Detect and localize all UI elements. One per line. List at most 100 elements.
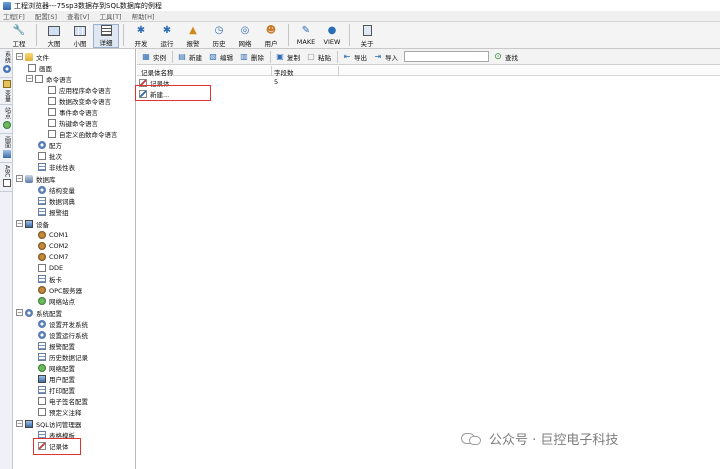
tree-node-label: 数据词典	[49, 197, 75, 206]
tree-node-opc[interactable]: OPC服务器	[38, 284, 82, 295]
tool-project-button[interactable]: 🔧 工程	[6, 24, 32, 48]
tree-node-alarm-group[interactable]: 报警组	[38, 206, 69, 217]
menu-tools[interactable]: 工具[T]	[100, 11, 122, 21]
tree-node-event-cmd[interactable]: 事件命令语言	[48, 106, 98, 117]
column-header-name[interactable]: 记录体名称	[141, 67, 174, 77]
tree-node-print-config[interactable]: 打印配置	[38, 384, 75, 395]
tree-node-database[interactable]: − 数据库	[16, 173, 56, 184]
tree-node-dev-config[interactable]: 设置开发系统	[38, 318, 88, 329]
tool-develop-button[interactable]: ✱ 开发	[128, 24, 154, 48]
tool-run-button[interactable]: ✱ 运行	[154, 24, 180, 48]
tree-node-board[interactable]: 板卡	[38, 273, 62, 284]
tree-node-command-language[interactable]: − 命令语言	[26, 73, 72, 84]
copy-button[interactable]: ▣ 复制	[275, 52, 300, 62]
find-button[interactable]: ⊙ 查找	[493, 52, 518, 62]
instance-button[interactable]: ▦ 实例	[141, 52, 166, 62]
watermark-text: 公众号 · 巨控电子科技	[489, 433, 619, 448]
new-button[interactable]: ▤ 新建	[177, 52, 202, 62]
side-tab-screen[interactable]: 画面	[0, 134, 13, 163]
paste-button[interactable]: ▢ 粘贴	[306, 52, 331, 62]
main-toolbar: 🔧 工程 大图 小图 详细 ✱ 开发 ✱ 运行 ▲ 报警 ◷ 历史 ◎ 网络 ☻…	[0, 22, 720, 49]
tree-node-label: COM2	[49, 241, 69, 250]
side-tab-station[interactable]: 站点	[0, 105, 13, 134]
column-divider[interactable]	[271, 66, 272, 76]
tree-node-history-config[interactable]: 历史数据记录	[38, 351, 88, 362]
tool-history-button[interactable]: ◷ 历史	[206, 24, 232, 48]
list-item-new[interactable]: 新建...	[137, 88, 720, 99]
tool-large-icon-button[interactable]: 大图	[41, 24, 67, 48]
tool-view-button[interactable]: ● VIEW	[319, 24, 345, 48]
tree-node-device[interactable]: − 设备	[16, 218, 49, 229]
tree-node-com7[interactable]: COM7	[38, 251, 68, 262]
tree-node-user-config[interactable]: 用户配置	[38, 373, 75, 384]
menu-project[interactable]: 工程[F]	[3, 11, 25, 21]
menu-help[interactable]: 帮助[H]	[132, 11, 155, 21]
tree-node-com1[interactable]: COM1	[38, 229, 68, 240]
menu-view[interactable]: 查看[V]	[67, 11, 90, 21]
command-icon	[48, 85, 56, 94]
tree-node-batch[interactable]: 批次	[38, 150, 62, 161]
collapse-icon[interactable]: −	[16, 420, 23, 427]
tool-detail-button[interactable]: 详细	[93, 24, 119, 48]
side-tab-variable[interactable]: 变量	[0, 78, 13, 105]
tree-node-screen[interactable]: 画面	[28, 62, 52, 73]
tool-alarm-button[interactable]: ▲ 报警	[180, 24, 206, 48]
title-bar: 工程浏览器---75sp3数据存到SQL数据库的例程	[0, 0, 720, 11]
tree-node-run-config[interactable]: 设置运行系统	[38, 329, 88, 340]
collapse-icon[interactable]: −	[16, 53, 23, 60]
tree-node-custom-func-cmd[interactable]: 自定义函数命令语言	[48, 128, 118, 139]
content-pane: ▦ 实例 ▤ 新建 ▧ 编辑 ▥ 删除 ▣ 复制 ▢ 粘贴 ⇤ 导出 ⇥ 导入 …	[137, 49, 720, 469]
import-path-input[interactable]	[404, 51, 489, 62]
menu-config[interactable]: 配置[S]	[35, 11, 57, 21]
tree-node-nonlinear-table[interactable]: 非线性表	[38, 161, 75, 172]
export-button[interactable]: ⇤ 导出	[342, 52, 367, 62]
tree-node-recipe[interactable]: 配方	[38, 139, 62, 150]
tool-user-button[interactable]: ☻ 用户	[258, 24, 284, 48]
tree-node-file[interactable]: − 文件	[16, 51, 49, 62]
collapse-icon[interactable]: −	[16, 309, 23, 316]
note-icon	[38, 407, 46, 416]
tree-node-struct-var[interactable]: 结构变量	[38, 184, 75, 195]
tree-node-sql-manager[interactable]: − SQL访问管理器	[16, 418, 81, 429]
tree-node-sys-config[interactable]: − 系统配置	[16, 307, 62, 318]
side-tab-system[interactable]: 系统	[0, 49, 13, 78]
run-icon: ✱	[162, 25, 172, 36]
tree-node-com2[interactable]: COM2	[38, 240, 68, 251]
tool-network-button[interactable]: ◎ 网络	[232, 24, 258, 48]
tool-make-button[interactable]: ✎ MAKE	[293, 24, 319, 48]
tree-node-label: 设备	[36, 220, 49, 229]
tool-about-button[interactable]: 关于	[354, 24, 380, 48]
tool-label: 用户	[264, 40, 278, 48]
tree-node-dde[interactable]: DDE	[38, 262, 63, 273]
tree-node-label: 结构变量	[49, 186, 75, 195]
tree-node-label: 事件命令语言	[59, 108, 98, 117]
abc-icon	[2, 179, 11, 188]
settings-icon	[38, 330, 46, 339]
tree-node-predefine-note[interactable]: 预定义注释	[38, 406, 82, 417]
tree-node-esign-config[interactable]: 电子签名配置	[38, 395, 88, 406]
tree-node-label: 文件	[36, 53, 49, 62]
delete-button[interactable]: ▥ 删除	[239, 52, 264, 62]
tree-node-hotkey-cmd[interactable]: 热键命令语言	[48, 117, 98, 128]
side-tab-abc[interactable]: ABC	[0, 163, 13, 193]
tree-node-alarm-config[interactable]: 报警配置	[38, 340, 75, 351]
tool-small-icon-button[interactable]: 小图	[67, 24, 93, 48]
edit-button[interactable]: ▧ 编辑	[208, 52, 233, 62]
tree-node-label: 热键命令语言	[59, 119, 98, 128]
tree-node-label: 网络站点	[49, 297, 75, 306]
column-divider[interactable]	[338, 66, 339, 76]
system-icon	[2, 65, 11, 73]
column-header-fields[interactable]: 字段数	[274, 67, 294, 77]
tree-node-net-station[interactable]: 网络站点	[38, 295, 75, 306]
tree-node-app-cmd[interactable]: 应用程序命令语言	[48, 84, 111, 95]
list-item[interactable]: 记录体 5	[137, 77, 720, 88]
import-button[interactable]: ⇥ 导入	[373, 52, 398, 62]
watermark: 公众号 · 巨控电子科技	[461, 429, 618, 448]
collapse-icon[interactable]: −	[26, 75, 33, 82]
collapse-icon[interactable]: −	[16, 175, 23, 182]
button-label: 粘贴	[318, 53, 331, 62]
tree-node-network-config[interactable]: 网络配置	[38, 362, 75, 373]
collapse-icon[interactable]: −	[16, 220, 23, 227]
tree-node-data-dict[interactable]: 数据词典	[38, 195, 75, 206]
tree-node-data-change-cmd[interactable]: 数据改变命令语言	[48, 95, 111, 106]
